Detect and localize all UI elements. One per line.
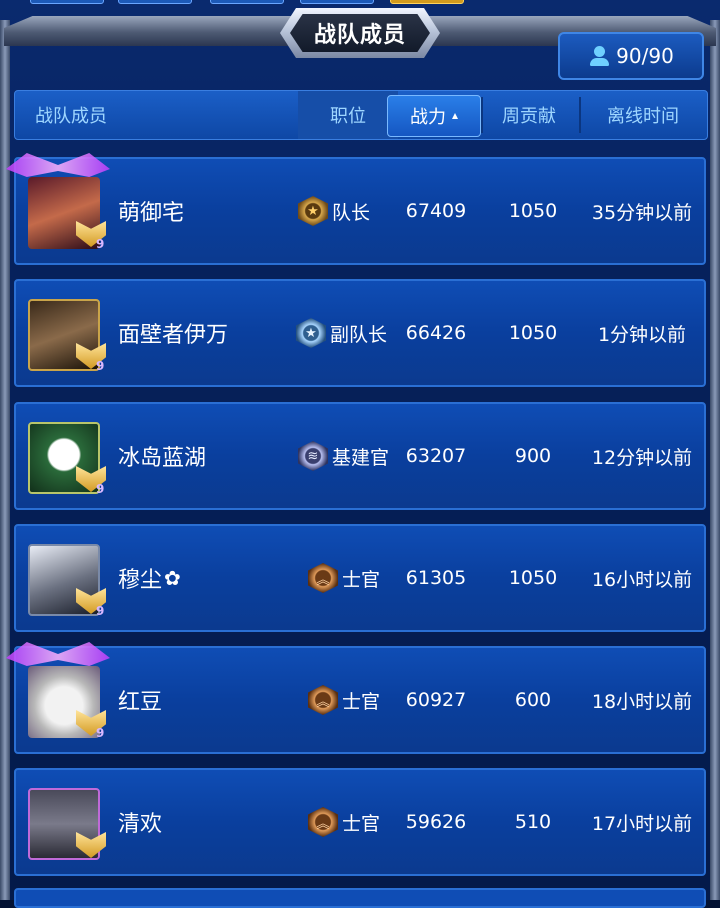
- member-row[interactable]: 清欢 ︽ 士官 59626 510 17小时以前: [14, 768, 706, 876]
- member-row-partial[interactable]: [14, 888, 706, 908]
- member-weekly-contribution: 1050: [508, 322, 558, 344]
- column-power-label: 战力: [410, 107, 446, 128]
- member-rank: ★ 队长: [298, 159, 370, 263]
- top-tab-2[interactable]: [118, 0, 192, 4]
- member-name: 冰岛蓝湖: [118, 446, 207, 471]
- column-power[interactable]: 战力: [387, 95, 481, 137]
- member-name-text: 穆尘: [118, 568, 163, 593]
- member-row[interactable]: 9 萌御宅 ★ 队长 67409 1050 35分钟以前: [6, 153, 706, 265]
- member-offline-time: 12分钟以前: [591, 446, 693, 469]
- member-row[interactable]: 9 红豆 ︽ 士官 60927 600 18小时以前: [6, 642, 706, 754]
- member-power: 61305: [405, 567, 467, 589]
- top-tab-3[interactable]: [210, 0, 284, 4]
- level-number: 9: [96, 604, 105, 618]
- member-power: 66426: [405, 322, 467, 344]
- member-name: 穆尘 ✿: [118, 526, 181, 630]
- captain-star-icon: ★: [298, 196, 328, 226]
- member-weekly-contribution: 1050: [508, 567, 558, 589]
- member-rank: ︽ 士官: [308, 526, 380, 630]
- sort-arrow-up-icon: [452, 113, 458, 119]
- frame-right-border: [710, 20, 720, 900]
- member-offline-time: 18小时以前: [591, 690, 693, 713]
- member-power: 60927: [405, 689, 467, 711]
- member-name: 清欢: [118, 812, 163, 837]
- rank-label: 副队长: [330, 323, 388, 346]
- member-power: 63207: [405, 445, 467, 467]
- member-offline-time: 35分钟以前: [591, 201, 693, 224]
- level-number: 9: [96, 482, 105, 496]
- member-power: 67409: [405, 200, 467, 222]
- member-count-box: 90/90: [558, 32, 704, 80]
- vice-captain-star-icon: ★: [296, 318, 326, 348]
- frame-left-border: [0, 20, 10, 900]
- member-weekly-contribution: 900: [514, 445, 552, 467]
- rank-label: 队长: [332, 201, 371, 224]
- column-offline-time[interactable]: 离线时间: [580, 91, 706, 139]
- members-icon: [588, 45, 610, 67]
- member-row[interactable]: 9 冰岛蓝湖 ≋ 基建官 63207 900 12分钟以前: [14, 402, 706, 510]
- top-tab-4[interactable]: [300, 0, 374, 4]
- member-weekly-contribution: 1050: [508, 200, 558, 222]
- level-number: 9: [96, 237, 105, 251]
- member-name: 红豆: [118, 690, 163, 715]
- column-position[interactable]: 职位: [298, 91, 398, 139]
- member-rank: ︽ 士官: [308, 770, 380, 874]
- member-rank: ★ 副队长: [296, 281, 387, 385]
- sergeant-chevron-icon: ︽: [308, 563, 338, 593]
- member-name: 萌御宅: [118, 201, 185, 226]
- member-weekly-contribution: 600: [514, 689, 552, 711]
- top-tab-1[interactable]: [30, 0, 104, 4]
- level-number: 9: [96, 359, 105, 373]
- rank-label: 士官: [342, 568, 381, 591]
- member-count: 90/90: [616, 44, 674, 68]
- level-number: 9: [96, 726, 105, 740]
- clover-icon: ✿: [164, 566, 181, 590]
- page-title: 战队成员: [290, 14, 430, 52]
- member-offline-time: 17小时以前: [591, 812, 693, 835]
- rank-label: 基建官: [332, 446, 390, 469]
- top-tab-strip: [0, 0, 720, 8]
- member-name: 面壁者伊万: [118, 323, 229, 348]
- rank-label: 士官: [342, 690, 381, 713]
- column-name[interactable]: 战队成员: [35, 91, 235, 139]
- sergeant-chevron-icon: ︽: [308, 807, 338, 837]
- member-row[interactable]: 9 穆尘 ✿ ︽ 士官 61305 1050 16小时以前: [14, 524, 706, 632]
- member-offline-time: 16小时以前: [591, 568, 693, 591]
- builder-chevron-icon: ≋: [298, 441, 328, 471]
- top-tab-5[interactable]: [390, 0, 464, 4]
- sergeant-chevron-icon: ︽: [308, 685, 338, 715]
- column-weekly-contribution[interactable]: 周贡献: [481, 91, 577, 139]
- member-power: 59626: [405, 811, 467, 833]
- member-rank: ≋ 基建官: [298, 404, 389, 508]
- column-header-bar: 战队成员 职位 战力 周贡献 离线时间: [14, 90, 708, 140]
- rank-label: 士官: [342, 812, 381, 835]
- member-weekly-contribution: 510: [514, 811, 552, 833]
- member-rank: ︽ 士官: [308, 648, 380, 752]
- member-row[interactable]: 9 面壁者伊万 ★ 副队长 66426 1050 1分钟以前: [14, 279, 706, 387]
- member-offline-time: 1分钟以前: [597, 323, 687, 346]
